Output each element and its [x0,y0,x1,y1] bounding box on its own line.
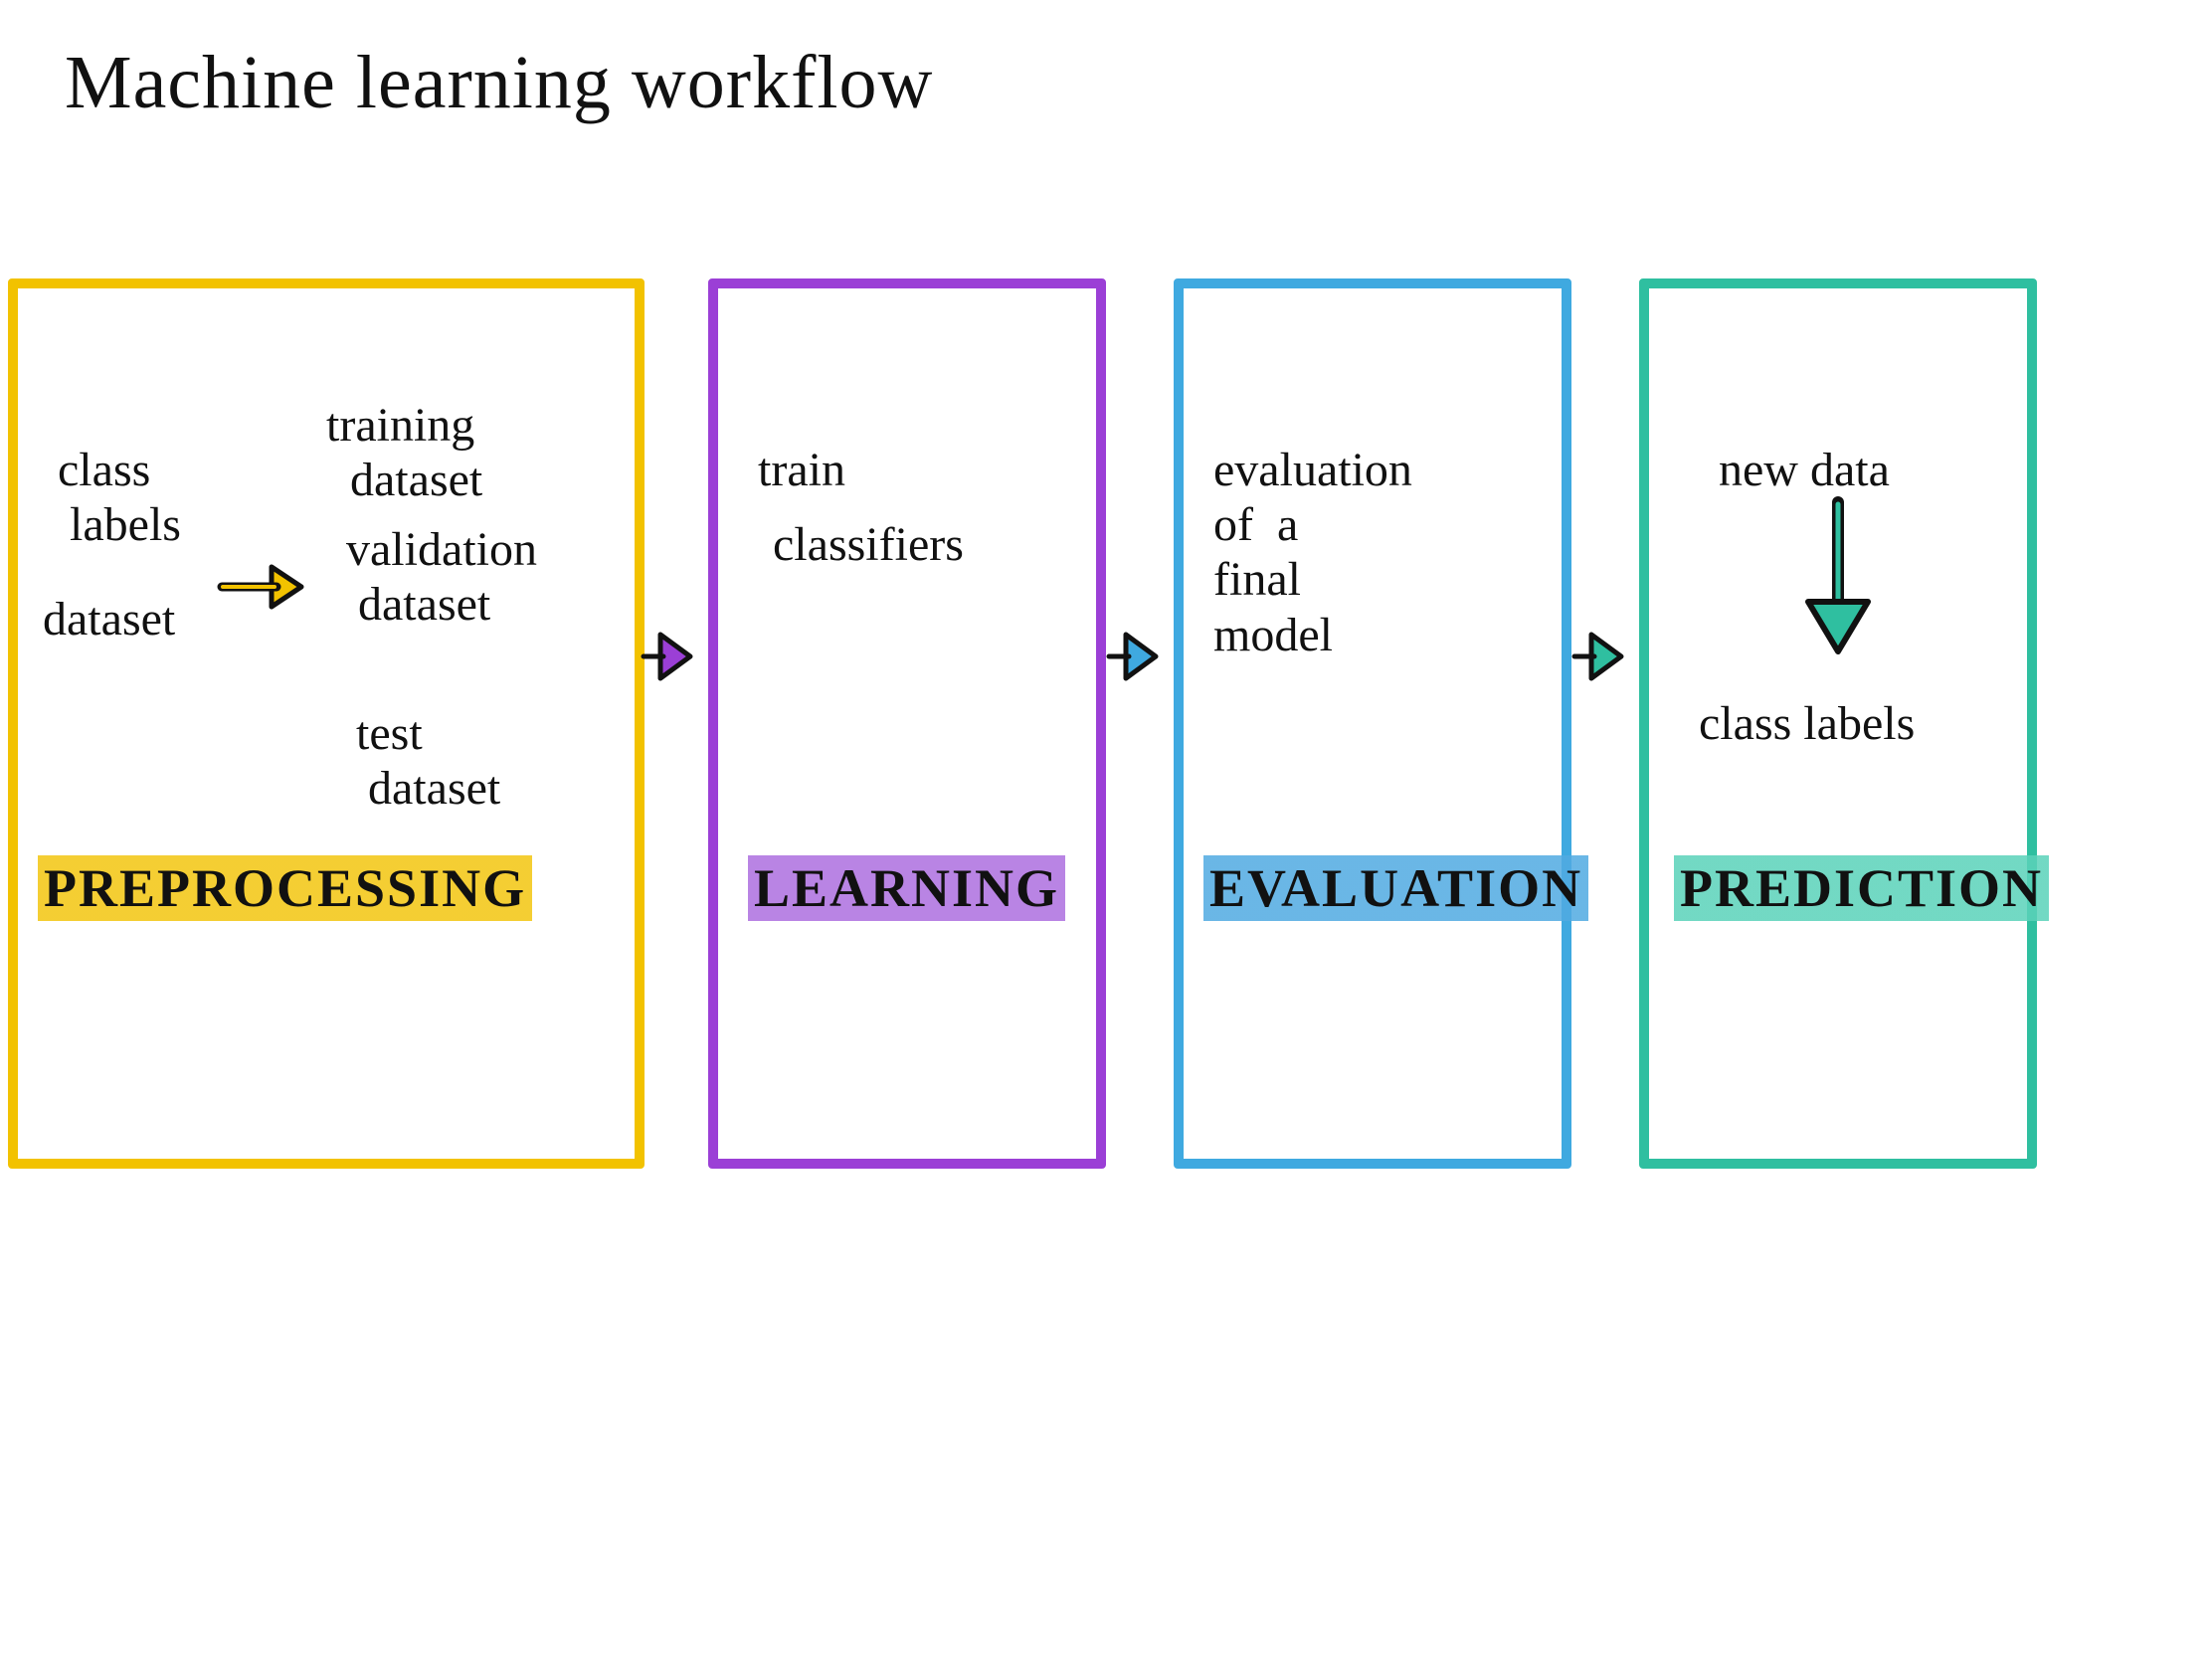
label-dataset: dataset [43,592,175,646]
stage-preprocessing-box: class labels dataset training dataset va… [8,278,645,1169]
arrow-right-icon [639,627,698,686]
stage-evaluation-box: evaluation of a final model EVALUATION [1174,278,1571,1169]
stage-prediction-box: new data class labels PREDICTION [1639,278,2037,1169]
label-class-labels: class labels [58,443,181,552]
label-classifiers: classifiers [773,517,964,572]
diagram-title: Machine learning workflow [65,40,933,126]
label-train: train [758,443,845,497]
arrow-right-icon [217,557,316,617]
stage-label-evaluation: EVALUATION [1203,855,1588,921]
arrow-down-icon [1788,492,1888,671]
label-new-data: new data [1719,443,1890,497]
label-test-dataset: test dataset [356,706,500,816]
workflow-stage: class labels dataset training dataset va… [0,278,2212,1273]
label-validation-dataset: validation dataset [346,522,537,632]
stage-label-prediction: PREDICTION [1674,855,2049,921]
arrow-right-icon [1104,627,1164,686]
label-evaluation-text: evaluation of a final model [1213,443,1412,662]
arrow-right-icon [1569,627,1629,686]
label-class-labels-out: class labels [1699,696,1915,751]
stage-label-preprocessing: PREPROCESSING [38,855,532,921]
stage-learning-box: train classifiers LEARNING [708,278,1106,1169]
label-training-dataset: training dataset [326,398,482,507]
stage-label-learning: LEARNING [748,855,1065,921]
